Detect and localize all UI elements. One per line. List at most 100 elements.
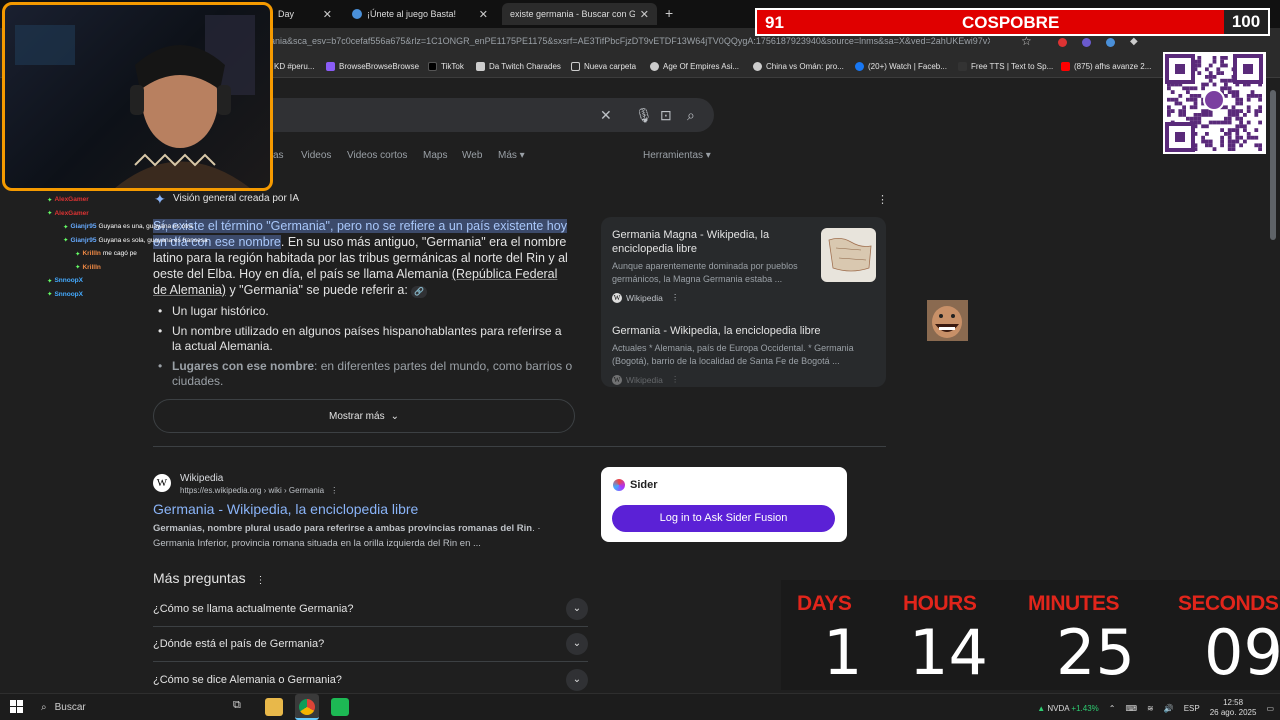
tools-button[interactable]: Herramientas ▾ bbox=[643, 150, 711, 161]
goal-current: 91 bbox=[765, 13, 784, 32]
wifi-icon[interactable]: ≋ bbox=[1147, 704, 1154, 713]
extension-icon[interactable] bbox=[1082, 38, 1091, 47]
qr-module bbox=[1239, 120, 1243, 125]
qr-module bbox=[1224, 105, 1228, 110]
windows-start-icon[interactable] bbox=[10, 700, 23, 713]
bookmark-icon bbox=[326, 62, 335, 71]
app-icon[interactable] bbox=[331, 698, 349, 716]
source-card[interactable]: Germania Magna - Wikipedia, la enciclope… bbox=[612, 228, 812, 303]
sider-login-button[interactable]: Log in to Ask Sider Fusion bbox=[612, 505, 835, 532]
qr-module bbox=[1208, 75, 1213, 79]
qr-module bbox=[1258, 143, 1262, 148]
network-icon[interactable]: ⌨ bbox=[1125, 704, 1137, 713]
bookmark-item[interactable]: China vs Omán: pro... bbox=[753, 62, 844, 71]
sider-panel: Sider Log in to Ask Sider Fusion bbox=[601, 467, 847, 542]
search-input[interactable]: ✕ 🎙 ⊡ ⌕ bbox=[250, 98, 714, 132]
qr-module bbox=[1205, 143, 1209, 148]
chevron-down-icon[interactable]: ⌄ bbox=[566, 633, 588, 655]
qr-module bbox=[1178, 101, 1183, 106]
more-options-icon[interactable]: ⋮ bbox=[671, 374, 680, 385]
bookmark-item[interactable]: (875) afhs avanze 2... bbox=[1061, 62, 1151, 71]
star-icon[interactable]: ☆ bbox=[1021, 34, 1032, 48]
more-options-icon[interactable]: ⋮ bbox=[671, 292, 680, 303]
extension-icon[interactable] bbox=[1058, 38, 1067, 47]
bookmark-item[interactable]: (20+) Watch | Faceb... bbox=[855, 62, 947, 71]
extension-icon[interactable] bbox=[1106, 38, 1115, 47]
tab-images[interactable]: as bbox=[273, 150, 284, 161]
language-indicator[interactable]: ESP bbox=[1184, 704, 1200, 713]
tab-more[interactable]: Más ▾ bbox=[498, 150, 525, 161]
ai-bullet: Un nombre utilizado en algunos países hi… bbox=[158, 324, 573, 354]
bookmark-item[interactable]: Age Of Empires Asi... bbox=[650, 62, 739, 71]
question-item[interactable]: ¿Dónde está el país de Germania? ⌄ bbox=[153, 627, 588, 662]
ai-bullet: Lugares con ese nombre: en diferentes pa… bbox=[158, 359, 573, 385]
qr-module bbox=[1227, 135, 1232, 140]
bookmark-item[interactable]: BrowseBrowseBrowse bbox=[326, 62, 419, 71]
more-options-icon[interactable]: ⋮ bbox=[330, 486, 338, 495]
chat-badge-icon: ✦ bbox=[47, 196, 53, 204]
wikipedia-icon: W bbox=[612, 374, 622, 385]
chevron-up-icon[interactable]: ⌃ bbox=[1109, 704, 1116, 713]
result-title-link[interactable]: Germania - Wikipedia, la enciclopedia li… bbox=[153, 501, 418, 517]
qr-module bbox=[1212, 59, 1217, 64]
chat-username: SnnoopX bbox=[54, 290, 83, 298]
sider-title: Sider bbox=[613, 479, 658, 491]
qr-module bbox=[1208, 71, 1213, 75]
stock-widget[interactable]: ▲ NVDA +1.43% bbox=[1037, 704, 1099, 713]
emote-art bbox=[932, 306, 962, 338]
qr-module bbox=[1189, 97, 1194, 102]
tab-maps[interactable]: Maps bbox=[423, 150, 447, 161]
taskbar-search[interactable]: ⌕ Buscar bbox=[33, 697, 223, 718]
url-field[interactable]: ania&sca_esv=b7c0cefaf556a675&rlz=1C1ONG… bbox=[270, 36, 990, 46]
qr-module bbox=[1193, 97, 1198, 102]
chevron-down-icon[interactable]: ⌄ bbox=[566, 598, 588, 620]
qr-module bbox=[1220, 86, 1224, 91]
microphone-icon[interactable]: 🎙 bbox=[635, 107, 653, 124]
sider-logo-icon bbox=[613, 479, 625, 491]
youtube-icon bbox=[1061, 62, 1070, 71]
source-card[interactable]: Germania - Wikipedia, la enciclopedia li… bbox=[612, 324, 877, 385]
close-icon[interactable]: ✕ bbox=[479, 8, 488, 21]
more-options-icon[interactable]: ⋮ bbox=[877, 193, 888, 206]
more-options-icon[interactable]: ⋮ bbox=[256, 575, 266, 586]
file-explorer-icon[interactable] bbox=[265, 698, 283, 716]
tab-short-videos[interactable]: Videos cortos bbox=[347, 150, 407, 161]
qr-module bbox=[1258, 105, 1262, 110]
chart-up-icon: ▲ bbox=[1037, 703, 1046, 713]
bookmark-item[interactable]: KD #peru... bbox=[274, 62, 314, 71]
countdown-label-days: DAYS bbox=[797, 592, 852, 615]
qr-module bbox=[1254, 113, 1259, 117]
question-item[interactable]: ¿Cómo se dice Alemania o Germania? ⌄ bbox=[153, 662, 588, 697]
chevron-down-icon[interactable]: ⌄ bbox=[566, 668, 588, 691]
tab-google-search[interactable]: existe germania - Buscar con G ✕ bbox=[502, 3, 657, 25]
close-icon[interactable]: ✕ bbox=[323, 8, 332, 21]
lens-icon[interactable]: ⊡ bbox=[660, 107, 672, 124]
new-tab-button[interactable]: + bbox=[665, 5, 673, 21]
clock[interactable]: 12:58 26 ago. 2025 bbox=[1210, 698, 1257, 718]
extension-icon[interactable]: ◆ bbox=[1130, 36, 1138, 47]
close-icon[interactable]: ✕ bbox=[640, 8, 649, 21]
task-view-icon[interactable]: ⧉ bbox=[233, 699, 241, 712]
qr-module bbox=[1231, 94, 1236, 98]
question-item[interactable]: ¿Cómo se llama actualmente Germania? ⌄ bbox=[153, 592, 588, 627]
chevron-down-icon: ⌄ bbox=[390, 410, 399, 422]
tab-day[interactable]: Day ✕ bbox=[270, 3, 340, 25]
show-more-button[interactable]: Mostrar más ⌄ bbox=[153, 399, 575, 433]
qr-module bbox=[1224, 86, 1228, 91]
tab-web[interactable]: Web bbox=[462, 150, 482, 161]
notification-icon[interactable]: ▭ bbox=[1266, 704, 1274, 713]
search-icon[interactable]: ⌕ bbox=[687, 107, 695, 124]
bookmark-item[interactable]: Da Twitch Charades bbox=[476, 62, 561, 71]
volume-icon[interactable]: 🔊 bbox=[1164, 704, 1174, 713]
chrome-taskbar-button[interactable] bbox=[295, 694, 319, 720]
bookmark-item[interactable]: Nueva carpeta bbox=[571, 62, 636, 71]
bookmark-item[interactable]: TikTok bbox=[428, 62, 464, 71]
facebook-icon bbox=[855, 62, 864, 71]
link-icon[interactable]: 🔗 bbox=[411, 286, 428, 298]
clear-icon[interactable]: ✕ bbox=[600, 107, 612, 124]
scrollbar[interactable] bbox=[1270, 90, 1276, 240]
tab-videos[interactable]: Videos bbox=[301, 150, 331, 161]
bookmark-item[interactable]: Free TTS | Text to Sp... bbox=[958, 62, 1053, 71]
tab-basta[interactable]: ¡Únete al juego Basta! ✕ bbox=[344, 3, 496, 25]
stream-chat: ✦ AlexGamer ✦ AlexGamer ✦ Gianjr95 Guyana es u… bbox=[47, 193, 208, 301]
